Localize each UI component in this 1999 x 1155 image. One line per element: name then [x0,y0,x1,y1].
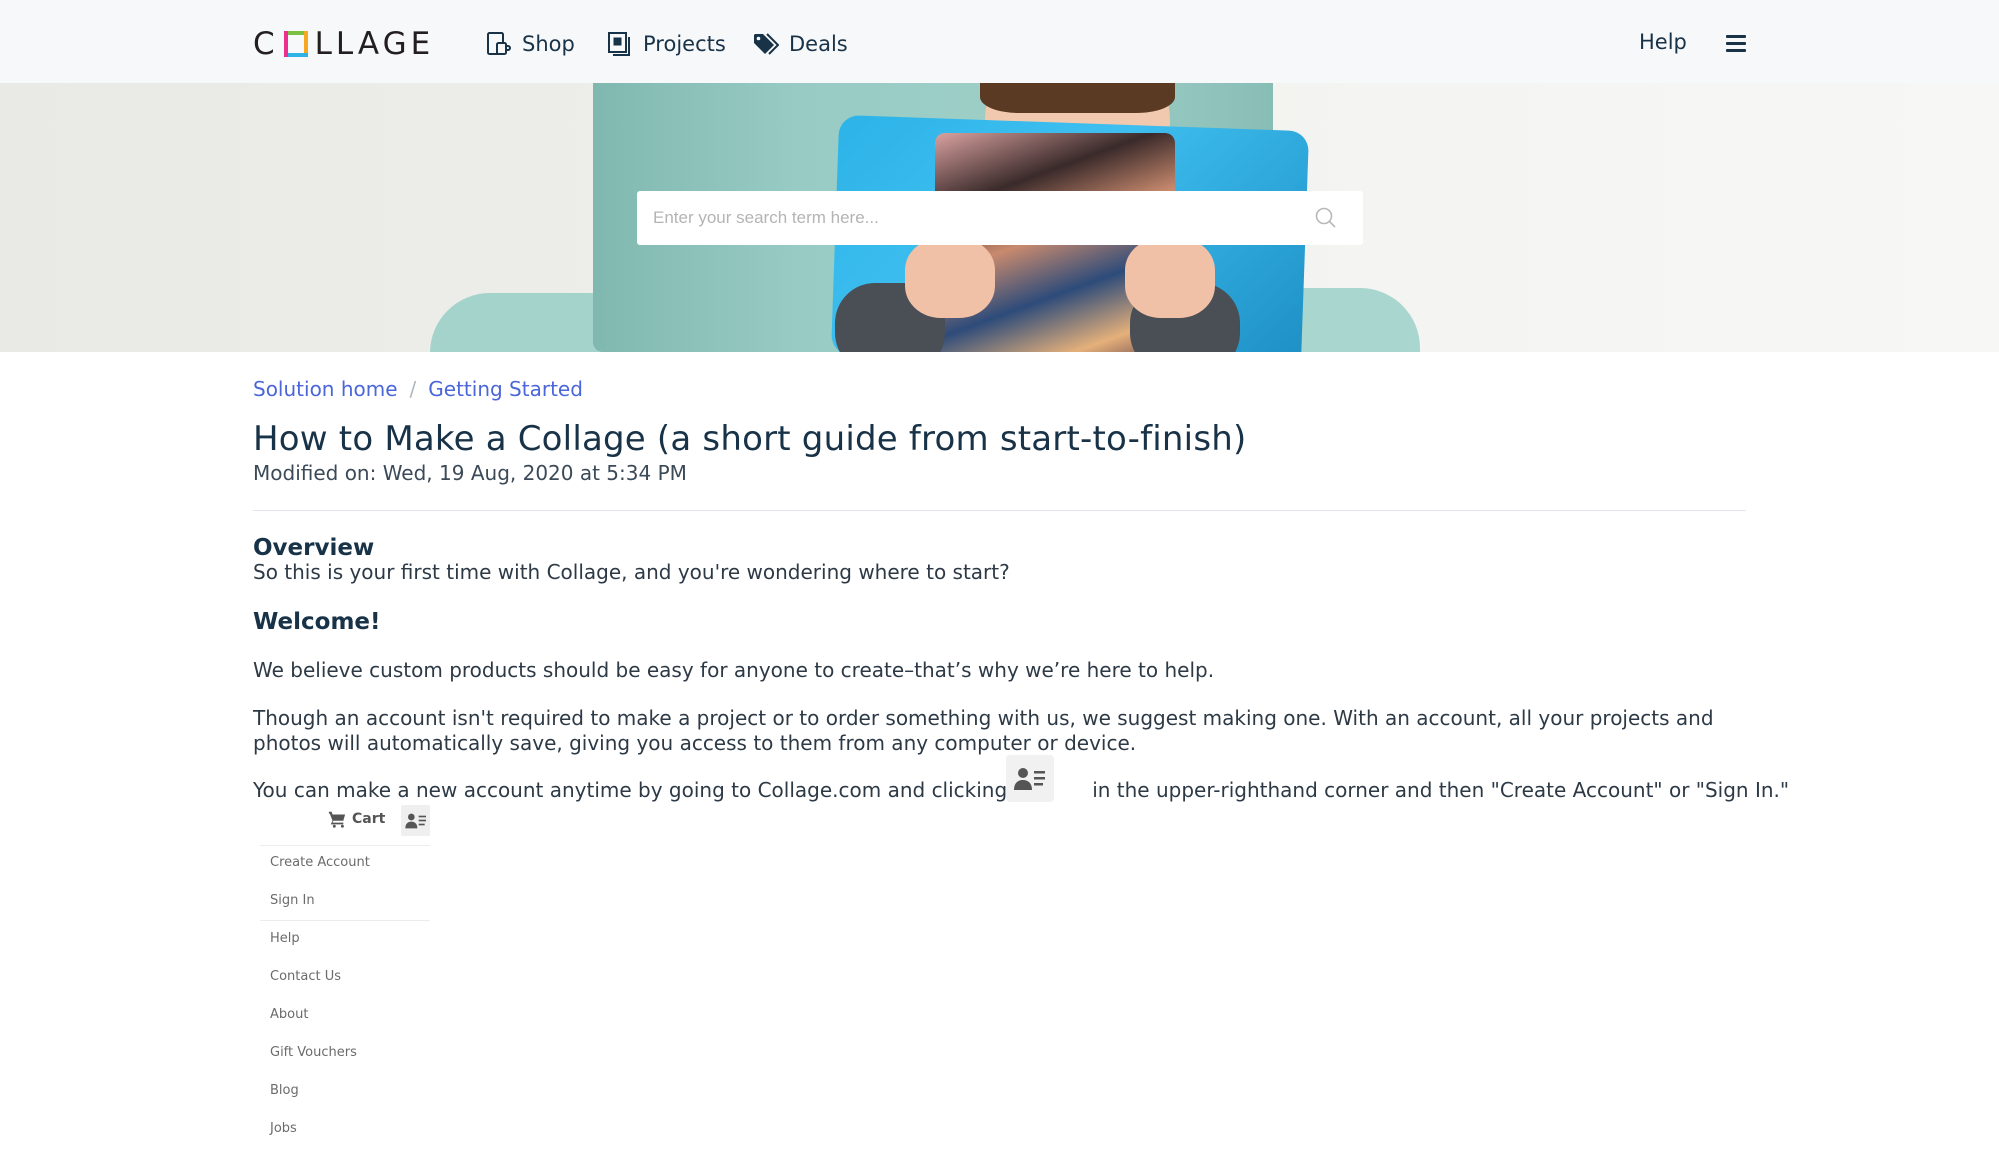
nav-shop-label: Shop [522,32,575,56]
breadcrumb-separator: / [409,377,417,401]
nav-projects-label: Projects [643,32,726,56]
nav-shop[interactable]: Shop [486,28,575,60]
breadcrumb-getting-started[interactable]: Getting Started [428,377,583,401]
paragraph-new-account: You can make a new account anytime by go… [253,778,1789,803]
site-header: C LLAGE Shop Projects Deals Help [0,0,1999,83]
breadcrumb: Solution home / Getting Started [253,377,583,401]
cart-link[interactable]: Cart [328,810,385,828]
divider [253,510,1746,511]
menu-divider [260,845,430,846]
logo-letter-c: C [253,26,279,62]
inline-account-image [1006,755,1054,802]
menu-item-create-account[interactable]: Create Account [270,855,370,870]
logo-square-icon [283,31,308,57]
photo-stack-icon [608,32,630,56]
menu-divider [260,920,430,921]
nav-projects[interactable]: Projects [607,28,726,60]
menu-item-jobs[interactable]: Jobs [270,1121,297,1136]
collage-logo[interactable]: C LLAGE [253,26,435,62]
account-menu-icon [404,813,426,828]
paragraph-new-account-after: in the upper-righthand corner and then "… [1092,778,1790,802]
logo-letters-rest: LLAGE [314,26,435,62]
paragraph-believe: We believe custom products should be eas… [253,658,1215,682]
search-box [637,191,1363,245]
overview-text: So this is your first time with Collage,… [253,560,1010,584]
article-title: How to Make a Collage (a short guide fro… [253,419,1247,459]
nav-deals-label: Deals [789,32,848,56]
cart-label: Cart [352,811,386,827]
search-icon[interactable] [1314,206,1338,230]
mug-device-icon [487,32,511,55]
account-menu-icon [1014,767,1045,790]
paragraph-account: Though an account isn't required to make… [253,706,1714,755]
cart-icon [328,811,346,828]
menu-item-gift-vouchers[interactable]: Gift Vouchers [270,1045,357,1060]
menu-item-blog[interactable]: Blog [270,1083,299,1098]
overview-heading: Overview [253,535,375,561]
welcome-heading: Welcome! [253,609,381,635]
paragraph-new-account-before: You can make a new account anytime by go… [253,778,1008,802]
tags-icon [754,33,779,55]
modified-date: Modified on: Wed, 19 Aug, 2020 at 5:34 P… [253,461,687,485]
menu-item-sign-in[interactable]: Sign In [270,893,315,908]
help-link[interactable]: Help [1639,30,1687,54]
menu-item-contact-us[interactable]: Contact Us [270,969,341,984]
account-menu-button[interactable] [401,805,430,836]
breadcrumb-solution-home[interactable]: Solution home [253,377,398,401]
menu-item-help[interactable]: Help [270,931,300,946]
menu-item-about[interactable]: About [270,1007,308,1022]
hamburger-icon[interactable] [1726,35,1748,53]
nav-deals[interactable]: Deals [753,28,848,60]
search-input[interactable] [653,191,1293,245]
